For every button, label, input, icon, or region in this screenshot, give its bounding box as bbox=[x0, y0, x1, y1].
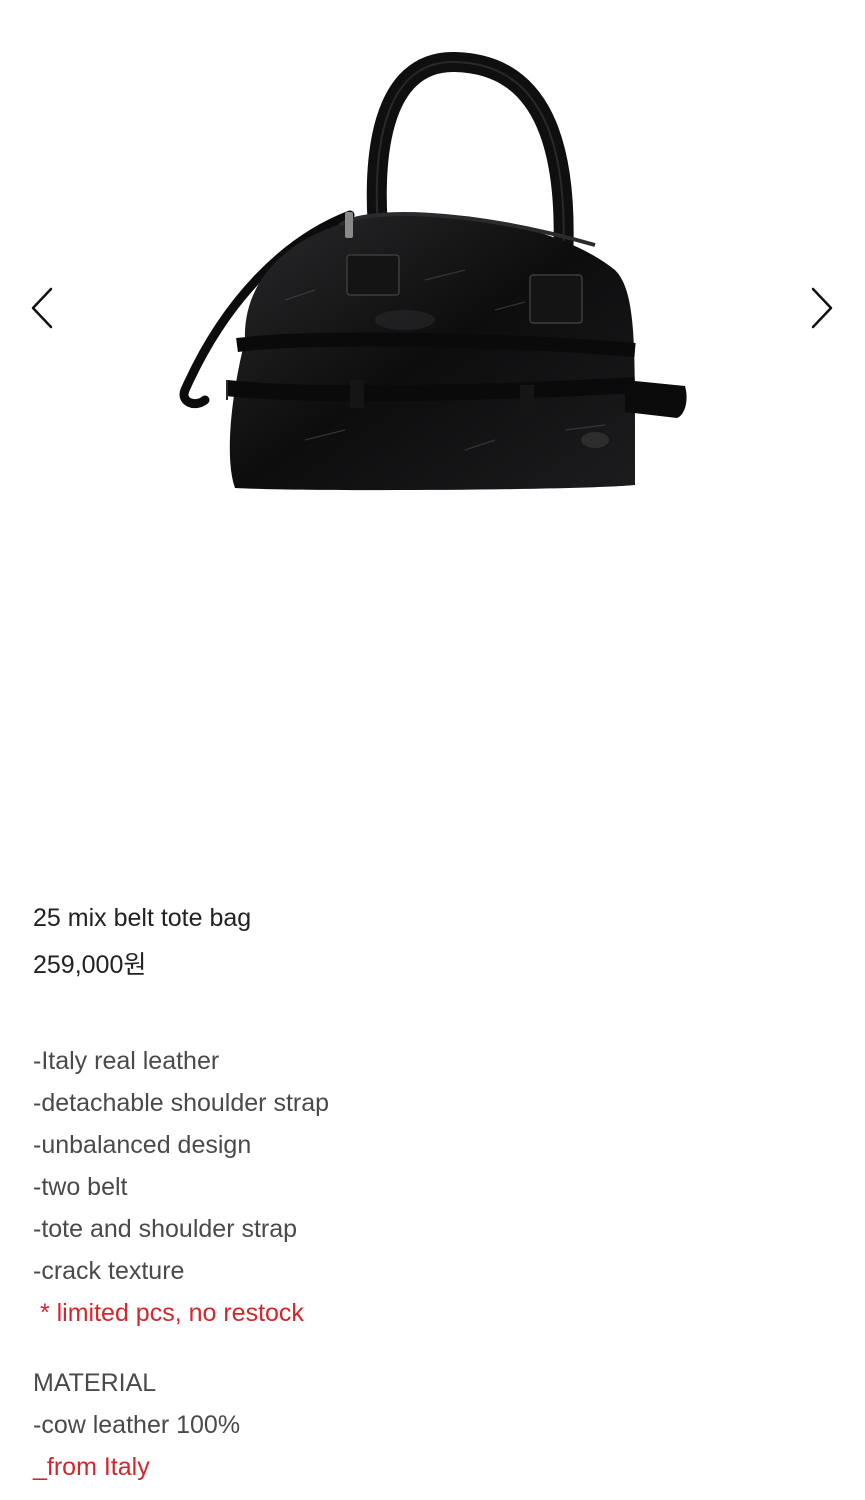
product-image[interactable] bbox=[165, 40, 695, 500]
chevron-right-icon bbox=[811, 287, 833, 329]
origin-note: _from Italy bbox=[33, 1453, 150, 1481]
product-gallery bbox=[0, 0, 865, 860]
product-price: 259,000원 bbox=[33, 951, 147, 979]
feature-line: -detachable shoulder strap bbox=[33, 1089, 330, 1117]
product-description: -Italy real leather -detachable shoulder… bbox=[33, 1040, 833, 1488]
feature-line: -unbalanced design bbox=[33, 1131, 252, 1159]
material-value: -cow leather 100% bbox=[33, 1411, 241, 1439]
product-info: 25 mix belt tote bag 259,000원 bbox=[33, 900, 833, 983]
feature-line: -crack texture bbox=[33, 1257, 185, 1285]
product-name: 25 mix belt tote bag bbox=[33, 904, 252, 932]
stock-notice: * limited pcs, no restock bbox=[33, 1299, 304, 1327]
feature-line: -two belt bbox=[33, 1173, 128, 1201]
material-heading: MATERIAL bbox=[33, 1369, 157, 1397]
chevron-left-icon bbox=[31, 287, 53, 329]
next-image-button[interactable] bbox=[800, 280, 840, 336]
previous-image-button[interactable] bbox=[24, 280, 64, 336]
feature-line: -Italy real leather bbox=[33, 1047, 220, 1075]
feature-line: -tote and shoulder strap bbox=[33, 1215, 298, 1243]
